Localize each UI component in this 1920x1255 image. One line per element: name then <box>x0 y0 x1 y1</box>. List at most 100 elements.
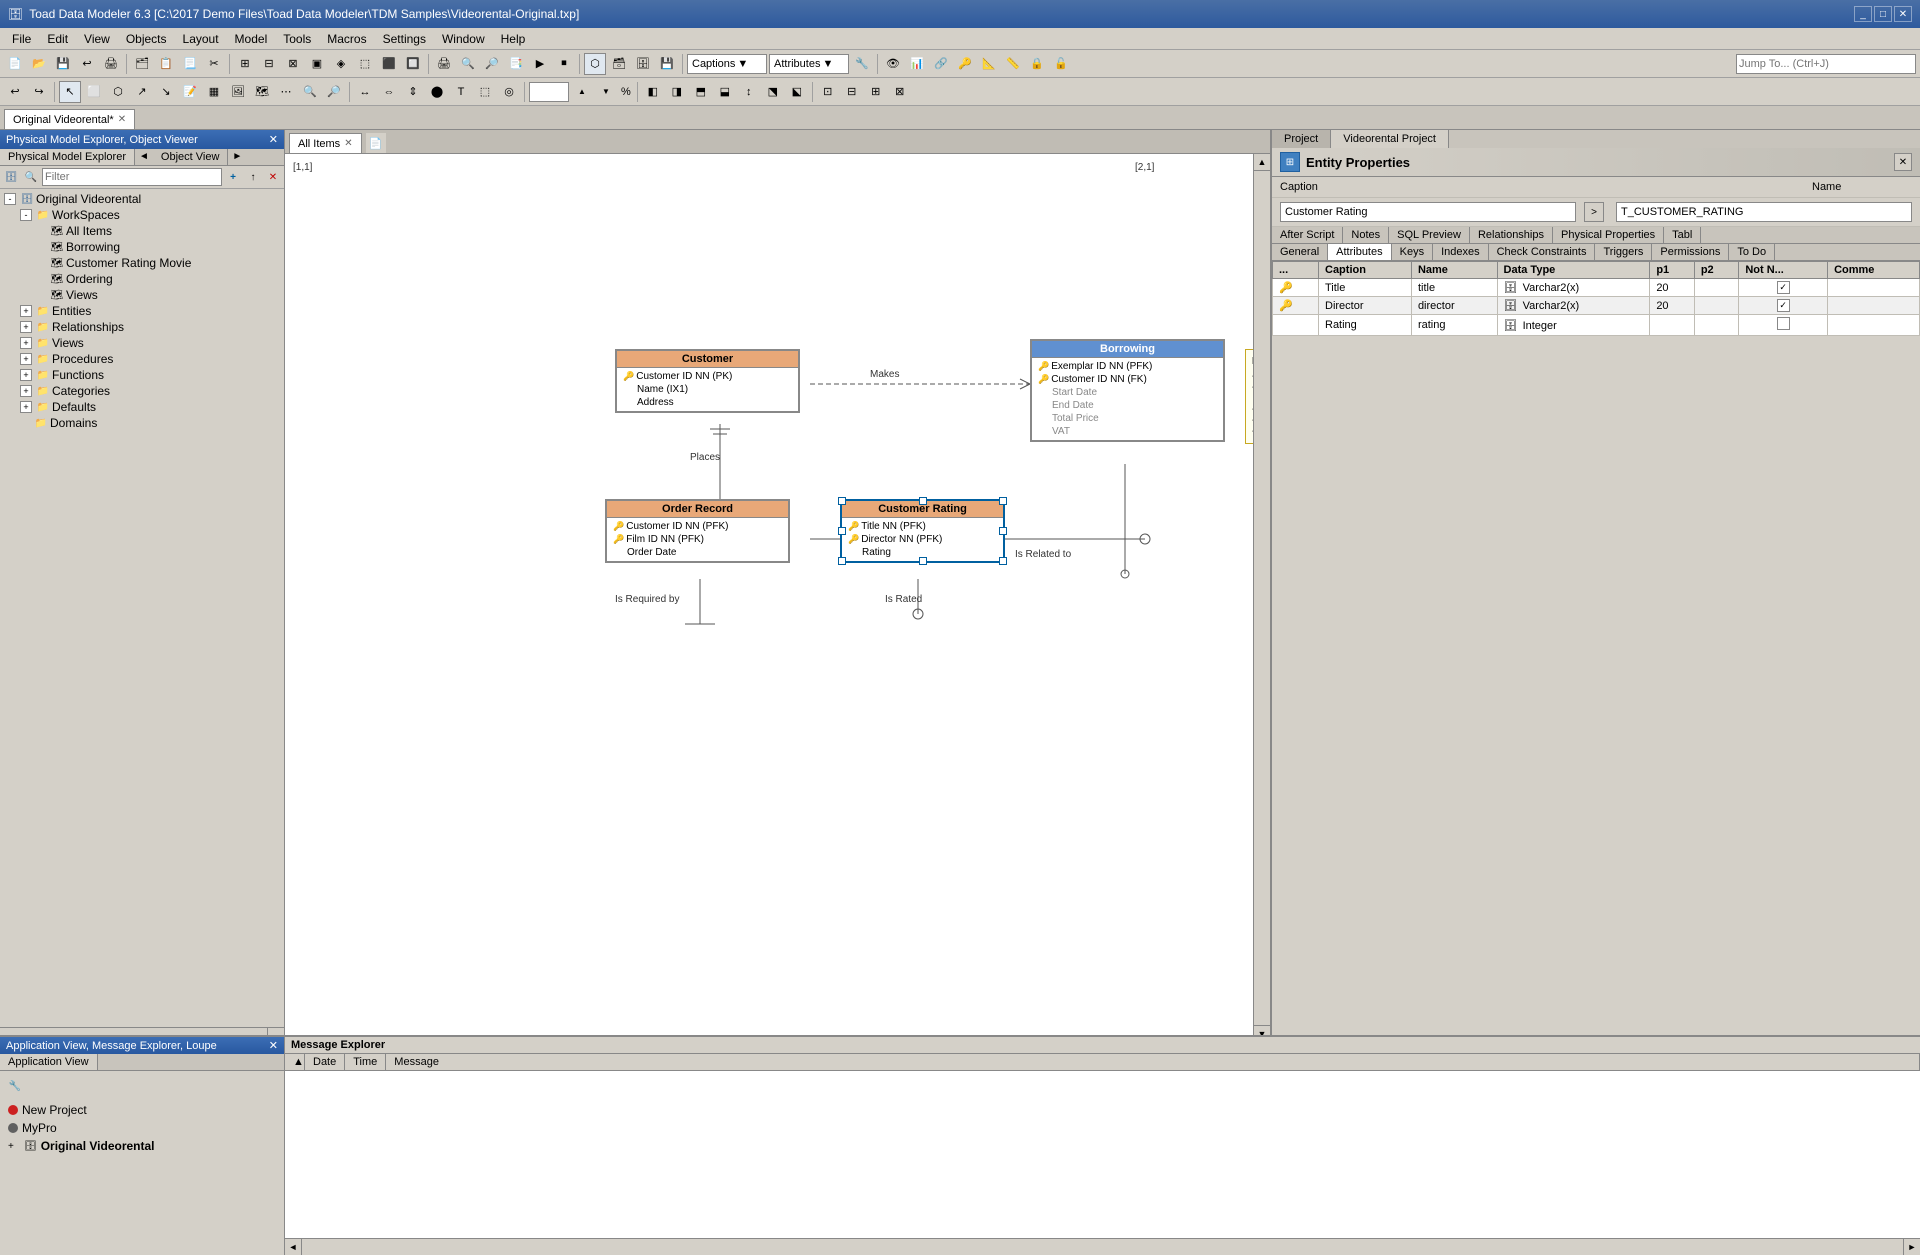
menu-tools[interactable]: Tools <box>275 30 319 48</box>
attr-rating-notnull[interactable] <box>1739 315 1828 336</box>
tb2-more[interactable]: ⋯ <box>275 81 297 103</box>
tb-attr2[interactable]: 🔧 <box>851 53 873 75</box>
menu-file[interactable]: File <box>4 30 39 48</box>
attr-director-notnull[interactable]: ✓ <box>1739 297 1828 315</box>
resize-handle-tr[interactable] <box>999 497 1007 505</box>
attr-director-name[interactable]: director <box>1411 297 1497 315</box>
menu-layout[interactable]: Layout <box>175 30 227 48</box>
props-subtab-keys[interactable]: Keys <box>1392 244 1433 260</box>
rp-tab-project[interactable]: Project <box>1272 130 1331 148</box>
tb2-b2[interactable]: ◨ <box>666 81 688 103</box>
resize-handle-ml[interactable] <box>838 527 846 535</box>
tb-paste[interactable]: 📃 <box>179 53 201 75</box>
tab-close-all-items[interactable]: ✕ <box>344 138 352 149</box>
tb2-zoom2[interactable]: 🔎 <box>323 81 345 103</box>
caption-arrow-btn[interactable]: > <box>1584 202 1604 222</box>
tb-stop[interactable]: ⏹ <box>553 53 575 75</box>
check-title-notnull[interactable]: ✓ <box>1777 281 1790 294</box>
menu-edit[interactable]: Edit <box>39 30 76 48</box>
jump-to-input[interactable] <box>1736 54 1916 74</box>
close-panel-icon[interactable]: ✕ <box>269 133 278 146</box>
tree-procedures[interactable]: + 📁 Procedures <box>18 351 282 367</box>
resize-handle-bl[interactable] <box>838 557 846 565</box>
props-tab-sql[interactable]: SQL Preview <box>1389 227 1470 243</box>
filter-clear-btn[interactable]: ✕ <box>264 168 282 186</box>
props-subtab-check[interactable]: Check Constraints <box>1489 244 1596 260</box>
tree-entities[interactable]: + 📁 Entities <box>18 303 282 319</box>
captions-dropdown[interactable]: Captions▼ <box>687 54 767 74</box>
tree-all-items[interactable]: 🗺 All Items <box>34 223 282 239</box>
tb-b7[interactable]: ⬛ <box>378 53 400 75</box>
left-panel-nav-right[interactable]: ► <box>228 149 246 165</box>
attr-title-dtype[interactable]: 🗄 Varchar2(x) <box>1497 279 1650 297</box>
resize-handle-bm[interactable] <box>919 557 927 565</box>
props-subtab-triggers[interactable]: Triggers <box>1595 244 1652 260</box>
tb-cut[interactable]: 🗂 <box>131 53 153 75</box>
entity-order-record[interactable]: Order Record 🔑 Customer ID NN (PFK) 🔑 Fi… <box>605 499 790 563</box>
tb2-undo[interactable]: ↩ <box>4 81 26 103</box>
tb-b4[interactable]: ▣ <box>306 53 328 75</box>
attr-director-comment[interactable] <box>1828 297 1920 315</box>
msg-scroll-left[interactable]: ◄ <box>285 1239 302 1255</box>
props-tab-after-script[interactable]: After Script <box>1272 227 1343 243</box>
tree-workspaces[interactable]: - 📁 WorkSpaces <box>18 207 282 223</box>
tree-customer-rating-movie[interactable]: 🗺 Customer Rating Movie <box>34 255 282 271</box>
tb-preview[interactable]: 🔍 <box>457 53 479 75</box>
filter-input[interactable] <box>42 168 222 186</box>
menu-model[interactable]: Model <box>227 30 276 48</box>
msg-col-time[interactable]: Time <box>345 1054 386 1070</box>
tb2-a1[interactable]: ↔ <box>354 81 376 103</box>
attr-row-title[interactable]: 🔑 Title title 🗄 Varchar2(x) 20 ✓ <box>1273 279 1920 297</box>
tb2-b1[interactable]: ◧ <box>642 81 664 103</box>
expand-functions[interactable]: + <box>20 369 32 381</box>
tb2-b7[interactable]: ⬕ <box>786 81 808 103</box>
scroll-down-btn[interactable]: ▼ <box>1254 1025 1270 1035</box>
filter-add-btn[interactable]: + <box>224 168 242 186</box>
tb-save[interactable]: 💾 <box>52 53 74 75</box>
props-subtab-general[interactable]: General <box>1272 244 1328 260</box>
tb2-a4[interactable]: ⬤ <box>426 81 448 103</box>
tb2-c1[interactable]: ⊡ <box>817 81 839 103</box>
panel-tab-pme[interactable]: Physical Model Explorer <box>0 149 135 165</box>
bottom-close-btn[interactable]: ✕ <box>269 1039 278 1052</box>
tb-x7[interactable]: 🔒 <box>1026 53 1048 75</box>
tree-domains[interactable]: 📁 Domains <box>18 415 282 431</box>
expand-categories[interactable]: + <box>20 385 32 397</box>
menu-macros[interactable]: Macros <box>319 30 374 48</box>
expand-defaults[interactable]: + <box>20 401 32 413</box>
attributes-dropdown[interactable]: Attributes▼ <box>769 54 849 74</box>
zoom-input[interactable]: 100 <box>529 82 569 102</box>
menu-window[interactable]: Window <box>434 30 493 48</box>
left-panel-nav-left[interactable]: ◄ <box>135 149 153 165</box>
tb-undo2[interactable]: ↩ <box>76 53 98 75</box>
tb2-view[interactable]: ⬡ <box>107 81 129 103</box>
props-subtab-perms[interactable]: Permissions <box>1652 244 1729 260</box>
msg-col-message[interactable]: Message <box>386 1054 1920 1070</box>
expand-root[interactable]: - <box>4 193 16 205</box>
tb-b6[interactable]: ⬚ <box>354 53 376 75</box>
entity-customer[interactable]: Customer 🔑 Customer ID NN (PK) Name (IX1… <box>615 349 800 413</box>
attr-director-p2[interactable] <box>1694 297 1739 315</box>
attr-title-p1[interactable]: 20 <box>1650 279 1695 297</box>
tb-db2[interactable]: 🗄 <box>632 53 654 75</box>
msg-col-date[interactable]: Date <box>305 1054 345 1070</box>
tree-ordering[interactable]: 🗺 Ordering <box>34 271 282 287</box>
attr-rating-name[interactable]: rating <box>1411 315 1497 336</box>
attr-rating-p2[interactable] <box>1694 315 1739 336</box>
check-director-notnull[interactable]: ✓ <box>1777 299 1790 312</box>
tb-x1[interactable]: 👁 <box>882 53 904 75</box>
tb2-b5[interactable]: ↕ <box>738 81 760 103</box>
expand-procedures[interactable]: + <box>20 353 32 365</box>
zoom-up[interactable]: ▲ <box>571 81 593 103</box>
tree-defaults[interactable]: + 📁 Defaults <box>18 399 282 415</box>
tree-categories[interactable]: + 📁 Categories <box>18 383 282 399</box>
tab-new-btn[interactable]: 📄 <box>366 133 386 153</box>
tb2-zoom1[interactable]: 🔍 <box>299 81 321 103</box>
tb-open[interactable]: 📂 <box>28 53 50 75</box>
menu-settings[interactable]: Settings <box>375 30 434 48</box>
tb-sel[interactable]: ⬡ <box>584 53 606 75</box>
canvas-vscroll[interactable]: ▲ ▼ <box>1253 154 1270 1035</box>
tb2-rel[interactable]: ↗ <box>131 81 153 103</box>
tb2-redo[interactable]: ↪ <box>28 81 50 103</box>
attr-director-caption[interactable]: Director <box>1319 297 1412 315</box>
